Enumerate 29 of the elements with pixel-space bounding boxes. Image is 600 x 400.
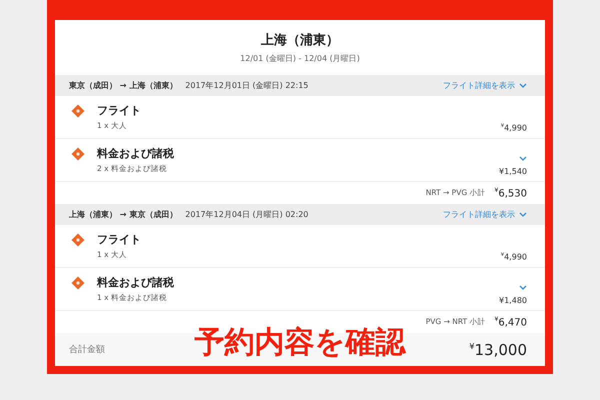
departure-datetime: 2017年12月01日 (金曜日) 22:15 <box>185 80 308 91</box>
item-name: 料金および諸税 <box>97 275 174 290</box>
total-amount: $^{¥}$13,000 <box>469 340 527 358</box>
destination-title: 上海（浦東） <box>261 32 339 49</box>
subtotal-amount: $^{¥}$6,470 <box>494 316 527 328</box>
chevron-down-icon <box>519 156 527 161</box>
item-price: ¥1,540 <box>499 167 527 176</box>
flight-details-link[interactable]: フライト詳細を表示 <box>443 209 527 220</box>
item-name: 料金および諸税 <box>97 146 174 161</box>
total-label: 合計金額 <box>69 344 105 356</box>
route-text: 上海（浦東） → 東京（成田） <box>69 209 178 220</box>
item-price: $^{¥}$4,990 <box>500 123 527 133</box>
item-price: $^{¥}$4,990 <box>500 252 527 262</box>
chevron-down-icon <box>519 83 527 88</box>
tag-icon <box>71 276 85 290</box>
tag-icon <box>71 147 85 161</box>
subtotal-amount: $^{¥}$6,530 <box>494 186 527 200</box>
item-name: フライト <box>97 232 141 247</box>
flight-details-link[interactable]: フライト詳細を表示 <box>443 80 527 91</box>
route-text: 東京（成田） → 上海（浦東） <box>69 80 178 91</box>
caption-text: 予約内容を確認 <box>194 325 406 360</box>
tag-icon <box>71 233 85 247</box>
tag-icon <box>71 104 85 118</box>
departure-datetime: 2017年12月04日 (月曜日) 02:20 <box>185 209 308 220</box>
item-price: ¥1,480 <box>499 296 527 305</box>
item-name: フライト <box>97 103 141 118</box>
chevron-down-icon <box>519 285 527 290</box>
chevron-down-icon <box>519 212 527 217</box>
trip-dates: 12/01 (金曜日) - 12/04 (月曜日) <box>240 53 360 64</box>
